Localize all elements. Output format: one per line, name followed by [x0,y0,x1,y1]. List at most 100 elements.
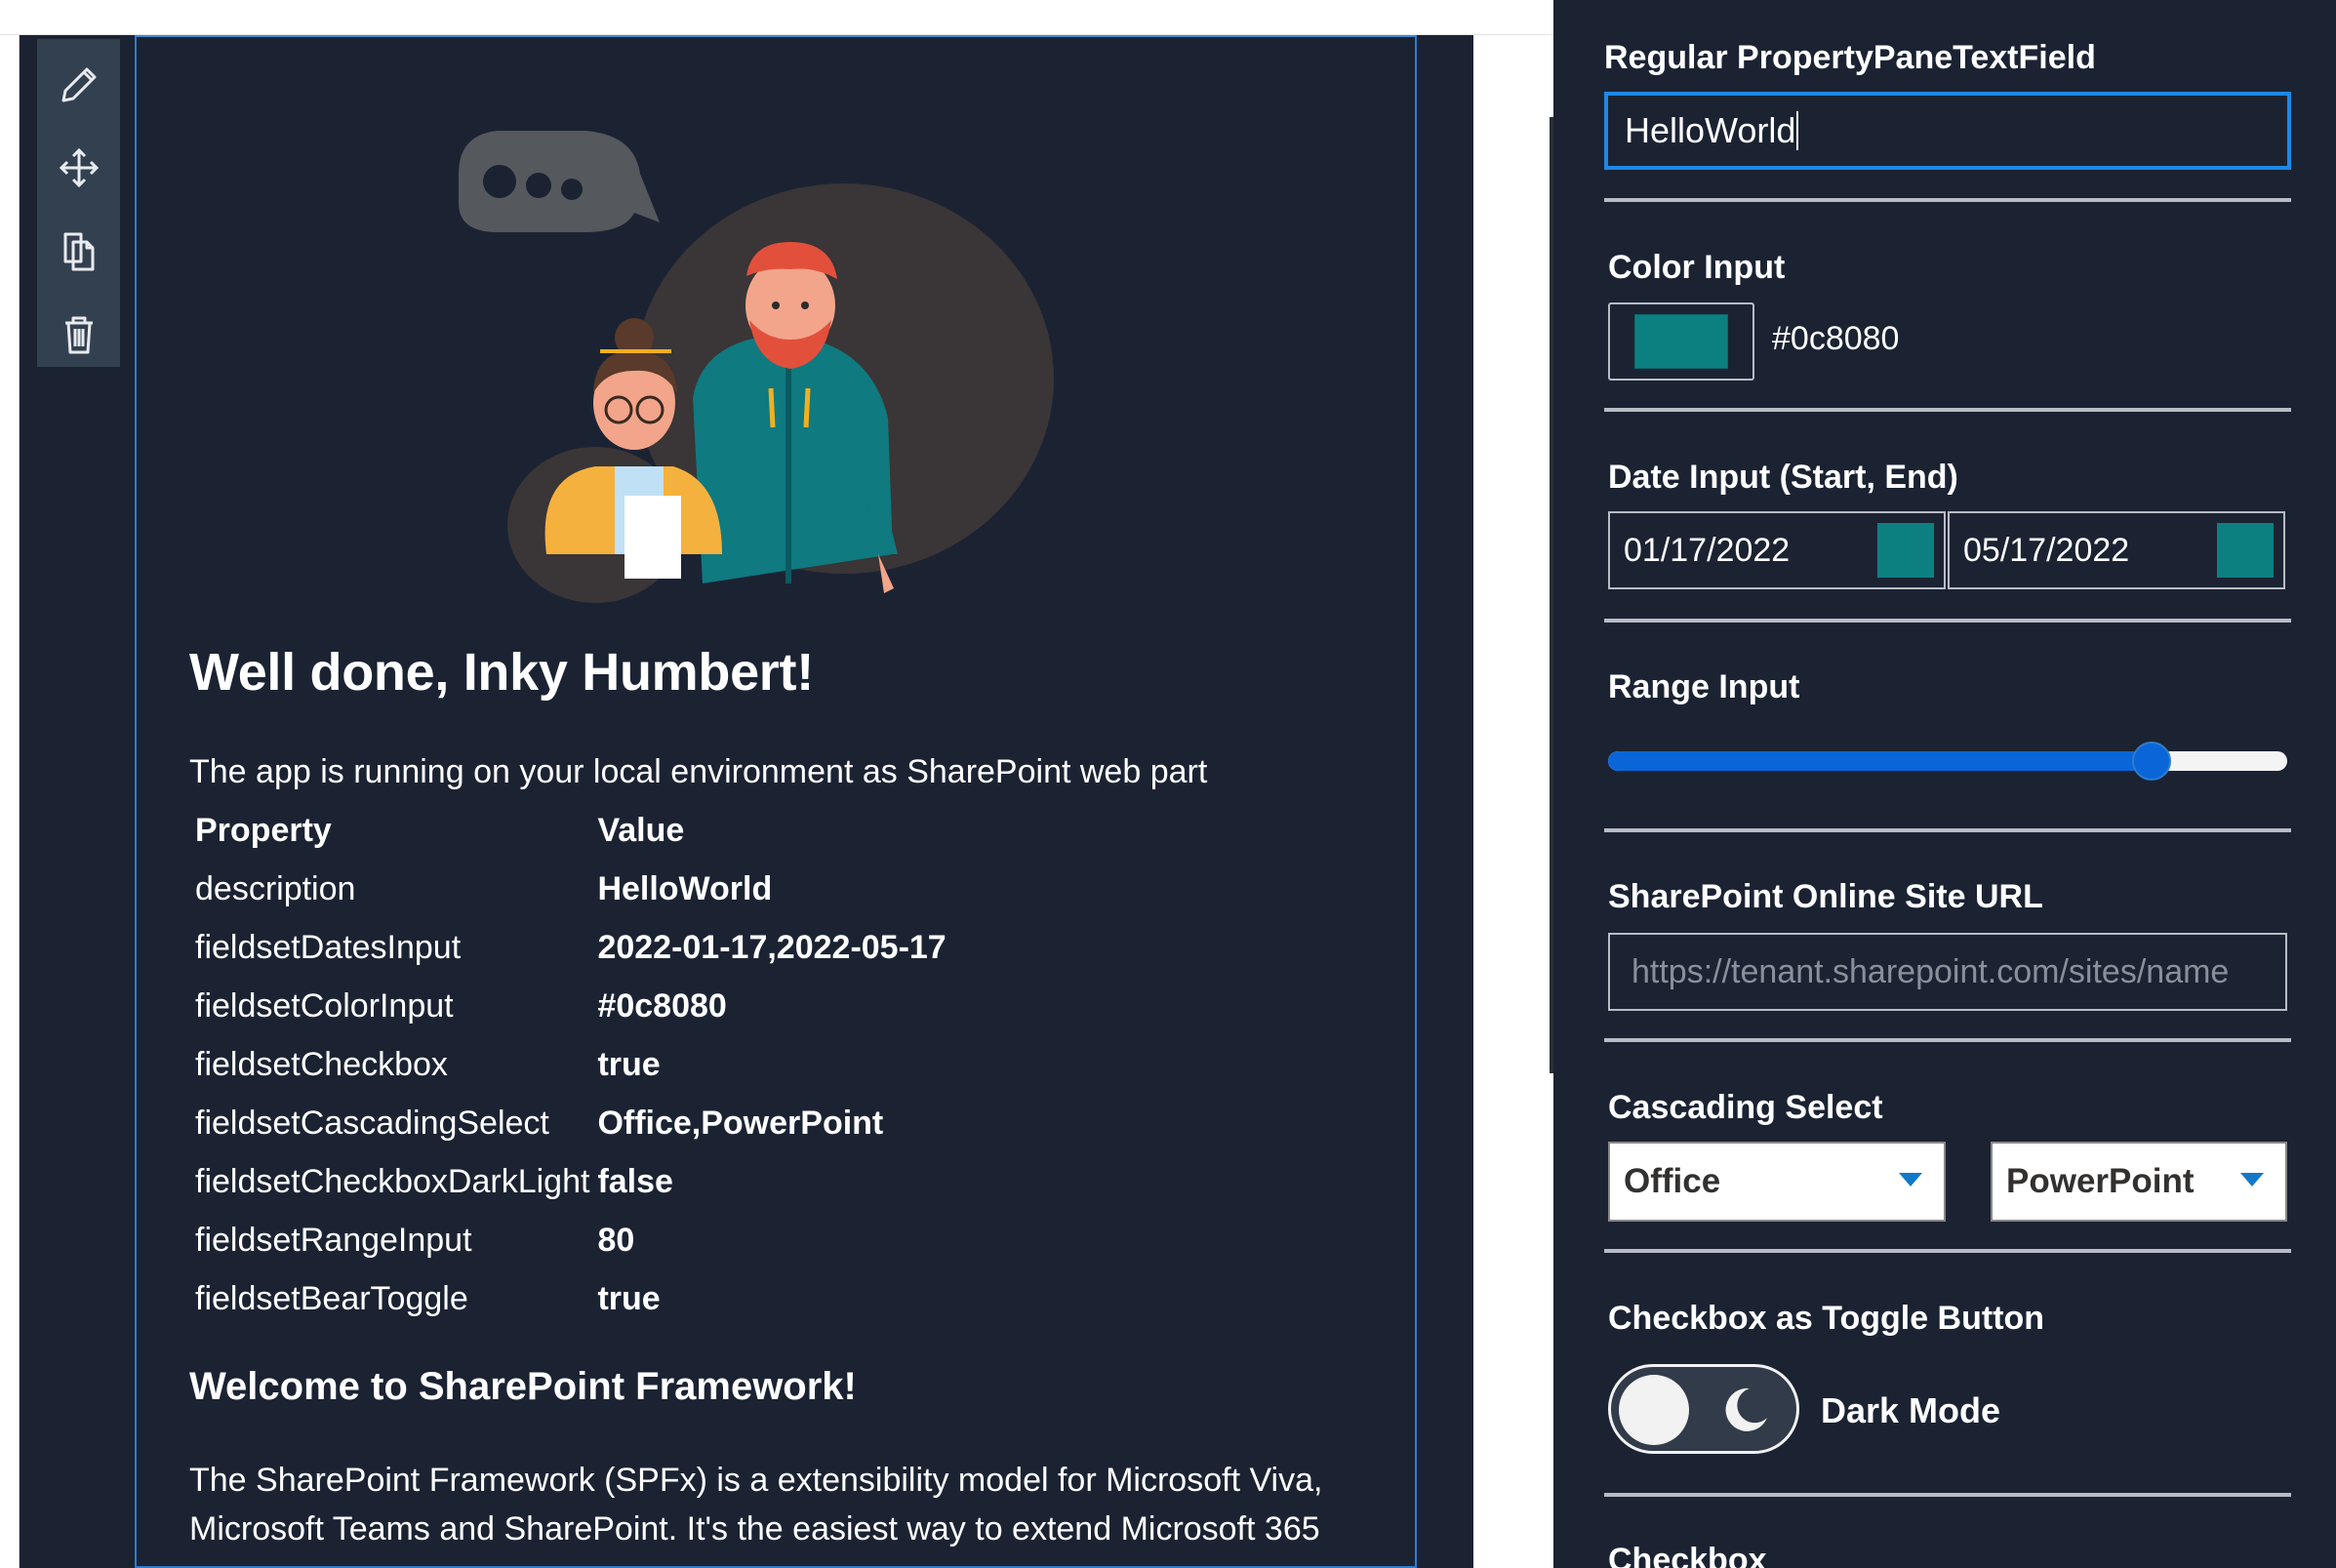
section-separator [1604,198,2291,202]
webpart-toolbar [37,39,120,367]
section-separator [1604,408,2291,412]
property-value-cell: 2022-01-17,2022-05-17 [597,928,946,966]
text-caret [1796,111,1799,150]
column-header-property: Property [195,811,332,849]
dark-mode-label: Dark Mode [1821,1390,2001,1430]
end-date-value: 05/17/2022 [1963,531,2130,569]
chevron-down-icon [1899,1173,1922,1186]
toggle-group: Checkbox as Toggle Button [1608,1300,2295,1338]
property-name-cell: fieldsetCascadingSelect [195,1104,549,1142]
duplicate-icon [63,232,94,271]
toggle-group-label: Checkbox as Toggle Button [1608,1300,2045,1337]
color-value-text: #0c8080 [1772,320,1900,357]
move-icon [59,148,99,188]
intro-text: The app is running on your local environ… [189,753,1208,790]
pencil-icon [61,67,96,102]
app-root: Well done, Inky Humbert! The app is runn… [0,0,2336,1568]
section-separator [1604,1249,2291,1253]
canvas-top-bar [0,0,1553,35]
color-picker-button[interactable] [1608,302,1754,381]
table-row: fieldsetCheckboxDarkLight false [195,1152,946,1211]
table-row: fieldsetBearToggle true [195,1269,946,1328]
color-input-label: Color Input [1608,249,1786,286]
cascading-select-group: Cascading Select [1608,1089,2295,1127]
site-url-input[interactable]: https://tenant.sharepoint.com/sites/name [1608,933,2287,1011]
date-input-label: Date Input (Start, End) [1608,459,1958,496]
product-family-selected: Office [1624,1162,1721,1200]
hello-world-webpart[interactable]: Well done, Inky Humbert! The app is runn… [135,35,1417,1568]
spfx-subheading: Welcome to SharePoint Framework! [189,1365,857,1408]
table-header-row: Property Value [195,801,946,860]
product-family-dropdown[interactable]: Office [1608,1142,1946,1222]
property-value-cell: 80 [597,1221,635,1259]
property-value-cell: #0c8080 [597,986,727,1025]
chevron-down-icon [2240,1173,2264,1186]
checkbox-label: Checkbox [1608,1542,1767,1568]
product-selected: PowerPoint [2006,1162,2195,1200]
start-date-input[interactable]: 01/17/2022 [1608,511,1946,589]
cascading-select-label: Cascading Select [1608,1089,1883,1126]
table-row: fieldsetCascadingSelect Office,PowerPoint [195,1094,946,1152]
property-value-cell: false [597,1162,673,1200]
description-input-value: HelloWorld [1625,110,1796,150]
greeting-heading: Well done, Inky Humbert! [189,643,814,702]
start-date-value: 01/17/2022 [1624,531,1791,569]
property-pane: Regular PropertyPaneTextField HelloWorld… [1553,0,2336,1568]
property-name-cell: fieldsetBearToggle [195,1279,468,1317]
site-url-placeholder: https://tenant.sharepoint.com/sites/name [1631,952,2230,990]
property-name-cell: fieldsetCheckboxDarkLight [195,1162,590,1200]
section-separator [1604,1038,2291,1042]
range-slider-fill [1608,751,2152,771]
delete-webpart-button[interactable] [50,303,108,368]
duplicate-webpart-button[interactable] [50,220,108,284]
checkbox-group: Checkbox [1608,1542,2295,1568]
table-row: description HelloWorld [195,860,946,918]
property-value-cell: true [597,1045,661,1083]
end-calendar-button[interactable] [2217,523,2274,578]
canvas-left-gutter [0,35,20,1568]
spfx-description-line-2: Microsoft Teams and SharePoint. It's the… [189,1510,1320,1548]
property-name-cell: fieldsetDatesInput [195,928,462,966]
toggle-knob [1619,1375,1689,1445]
spfx-description-line-1: The SharePoint Framework (SPFx) is a ext… [189,1462,1323,1499]
description-text-input[interactable]: HelloWorld [1604,92,2291,170]
property-name-cell: description [195,869,356,907]
section-separator [1604,619,2291,623]
table-row: fieldsetRangeInput 80 [195,1211,946,1269]
moon-icon [1725,1387,1767,1431]
table-row: fieldsetColorInput #0c8080 [195,977,946,1035]
text-field-group: Regular PropertyPaneTextField [1604,39,2291,77]
end-date-input[interactable]: 05/17/2022 [1948,511,2285,589]
site-url-group: SharePoint Online Site URL [1608,878,2295,916]
webpart-content: Well done, Inky Humbert! The app is runn… [189,642,1390,1553]
property-value-cell: true [597,1279,661,1317]
site-url-label: SharePoint Online Site URL [1608,878,2043,915]
start-calendar-button[interactable] [1877,523,1934,578]
dark-mode-toggle[interactable] [1608,1364,1799,1454]
property-name-cell: fieldsetCheckbox [195,1045,448,1083]
spfx-description: The SharePoint Framework (SPFx) is a ext… [189,1456,1380,1553]
property-name-cell: fieldsetColorInput [195,986,454,1025]
section-separator [1604,1493,2291,1497]
range-slider-track[interactable] [1608,751,2287,771]
move-webpart-button[interactable] [50,137,108,201]
color-input-group: Color Input [1608,249,2295,287]
section-separator [1604,828,2291,832]
table-row: fieldsetCheckbox true [195,1035,946,1094]
edit-webpart-button[interactable] [50,53,108,117]
welcome-illustration [459,131,1054,603]
color-swatch [1634,314,1728,369]
trash-icon [64,316,93,354]
range-slider-thumb[interactable] [2131,742,2171,781]
property-name-cell: fieldsetRangeInput [195,1221,472,1259]
canvas-right-margin [1473,35,1553,1568]
column-header-value: Value [597,811,685,849]
range-input-label: Range Input [1608,668,1800,705]
table-row: fieldsetDatesInput 2022-01-17,2022-05-17 [195,918,946,977]
date-input-group: Date Input (Start, End) [1608,459,2295,497]
property-value-cell: Office,PowerPoint [597,1104,884,1142]
range-input-group: Range Input [1608,668,2295,706]
property-value-cell: HelloWorld [597,869,773,907]
text-field-label: Regular PropertyPaneTextField [1604,39,2096,76]
product-dropdown[interactable]: PowerPoint [1991,1142,2287,1222]
